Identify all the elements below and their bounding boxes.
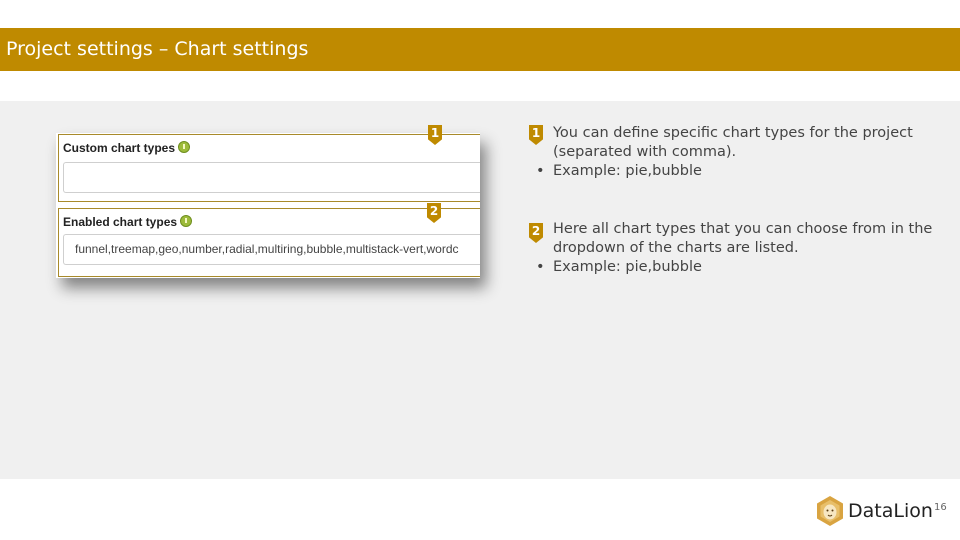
- note-1-bullet: • Example: pie,bubble: [536, 163, 702, 179]
- title-bar: Project settings – Chart settings: [0, 28, 960, 71]
- page-number: 16: [934, 502, 947, 513]
- slide-title: Project settings – Chart settings: [6, 38, 309, 60]
- enabled-chart-types-field: Enabled chart types funnel,treemap,geo,n…: [58, 208, 480, 277]
- note-1-text: You can define specific chart types for …: [553, 125, 913, 160]
- lion-logo-icon: [817, 496, 843, 526]
- custom-chart-types-input[interactable]: [63, 162, 480, 193]
- enabled-chart-types-input[interactable]: funnel,treemap,geo,number,radial,multiri…: [63, 234, 480, 265]
- info-icon[interactable]: [178, 141, 191, 153]
- settings-screenshot: Custom chart types Enabled chart types f…: [56, 133, 480, 278]
- custom-chart-types-field: Custom chart types: [58, 134, 480, 202]
- note-2-text: Here all chart types that you can choose…: [553, 221, 933, 256]
- brand-name: DataLion: [848, 500, 933, 522]
- custom-chart-types-label: Custom chart types: [63, 141, 191, 155]
- note-2-bullet: • Example: pie,bubble: [536, 259, 702, 275]
- info-icon[interactable]: [180, 215, 193, 227]
- enabled-chart-types-value: funnel,treemap,geo,number,radial,multiri…: [75, 242, 459, 256]
- enabled-chart-types-label: Enabled chart types: [63, 215, 193, 229]
